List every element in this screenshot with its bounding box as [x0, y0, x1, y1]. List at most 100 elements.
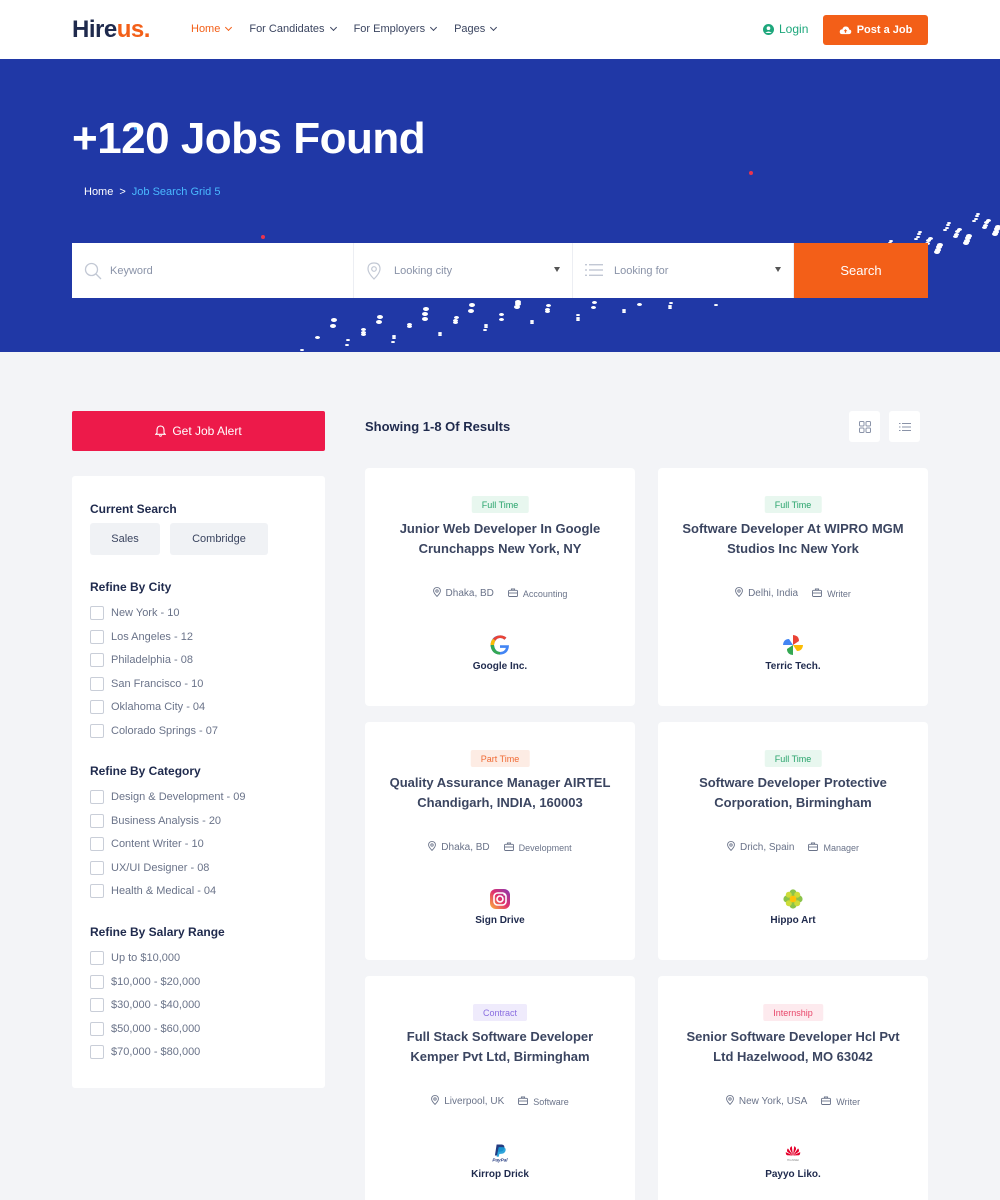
- job-card[interactable]: Full Time Software Developer At WIPRO MGM…: [658, 468, 928, 706]
- category-filter-option[interactable]: Health & Medical - 04: [90, 884, 216, 899]
- job-title[interactable]: Software Developer Protective Corporatio…: [678, 773, 908, 813]
- main-menu: Home For Candidates For Employers Pages: [191, 23, 514, 35]
- salary-filter-option[interactable]: Up to $10,000: [90, 951, 180, 965]
- job-category: Writer: [836, 1096, 861, 1107]
- category-filter-option[interactable]: Content Writer - 10: [90, 837, 204, 852]
- job-type-badge: Full Time: [764, 750, 822, 767]
- decorative-speck: [576, 319, 580, 321]
- company-name[interactable]: Kirrop Drick: [365, 1169, 635, 1180]
- checkbox[interactable]: [90, 676, 104, 691]
- get-job-alert-button[interactable]: Get Job Alert: [72, 411, 325, 451]
- job-card[interactable]: Full Time Junior Web Developer In Google …: [365, 468, 635, 706]
- search-tag[interactable]: Combridge: [170, 523, 268, 555]
- bell-icon: [155, 425, 167, 437]
- checkbox[interactable]: [90, 813, 104, 828]
- decorative-speck: [361, 333, 366, 336]
- logo[interactable]: Hireus.: [72, 16, 150, 44]
- job-title[interactable]: Software Developer At WIPRO MGM Studios …: [678, 519, 908, 559]
- city-filter-option[interactable]: San Francisco - 10: [90, 676, 204, 691]
- salary-filter-option-label: $10,000 - $20,000: [111, 975, 201, 988]
- decorative-speck: [927, 237, 933, 240]
- company-name[interactable]: Payyo Liko.: [658, 1169, 928, 1180]
- menu-item-pages[interactable]: Pages: [454, 23, 498, 35]
- city-filter-option[interactable]: Colorado Springs - 07: [90, 724, 218, 738]
- checkbox[interactable]: [90, 884, 104, 899]
- checkbox[interactable]: [90, 974, 104, 989]
- login-link[interactable]: Login: [763, 22, 808, 36]
- category-filter-option[interactable]: UX/UI Designer - 08: [90, 860, 209, 875]
- job-card[interactable]: Full Time Software Developer Protective C…: [658, 722, 928, 960]
- job-meta: Liverpool, UK Software: [365, 1095, 635, 1108]
- category-filter-option-label: Business Analysis - 20: [111, 814, 222, 827]
- decorative-dot: [261, 235, 265, 239]
- checkbox[interactable]: [90, 606, 104, 620]
- salary-filter-option[interactable]: $50,000 - $60,000: [90, 1021, 200, 1036]
- job-title[interactable]: Senior Software Developer Hcl Pvt Ltd Ha…: [678, 1027, 908, 1067]
- job-title[interactable]: Quality Assurance Manager AIRTEL Chandig…: [385, 773, 615, 813]
- salary-filter-option[interactable]: $10,000 - $20,000: [90, 974, 201, 989]
- company-name[interactable]: Sign Drive: [365, 915, 635, 926]
- city-filter-option[interactable]: Philadelphia - 08: [90, 653, 193, 668]
- chevron-down-icon: [430, 23, 438, 32]
- decorative-speck: [945, 224, 950, 227]
- chevron-down-icon: [490, 23, 498, 32]
- checkbox[interactable]: [90, 837, 104, 852]
- city-filter-option-label: San Francisco - 10: [111, 677, 204, 690]
- decorative-speck: [453, 321, 459, 325]
- company-name[interactable]: Hippo Art: [658, 915, 928, 926]
- category-filter-option[interactable]: Design & Development - 09: [90, 790, 246, 804]
- flower-logo-icon: [782, 888, 804, 910]
- filter-panel: Current Search Sales Combridge Refine By…: [72, 476, 325, 1088]
- briefcase-icon: [507, 588, 518, 599]
- search-tag[interactable]: Sales: [90, 523, 160, 555]
- hero-banner: +120 Jobs Found Home > Job Search Grid 5…: [0, 59, 1000, 352]
- looking-for-select[interactable]: Looking for: [573, 243, 794, 298]
- job-card[interactable]: Internship Senior Software Developer Hcl …: [658, 976, 928, 1200]
- list-view-button[interactable]: [889, 411, 920, 442]
- decorative-speck: [637, 303, 642, 306]
- company-name[interactable]: Google Inc.: [365, 661, 635, 672]
- city-filter-option[interactable]: Oklahoma City - 04: [90, 700, 205, 715]
- job-title[interactable]: Junior Web Developer In Google Crunchapp…: [385, 519, 615, 559]
- job-title[interactable]: Full Stack Software Developer Kemper Pvt…: [385, 1027, 615, 1067]
- menu-item-for-employers[interactable]: For Employers: [354, 23, 438, 35]
- salary-filter-option[interactable]: $70,000 - $80,000: [90, 1045, 200, 1060]
- checkbox[interactable]: [90, 1045, 104, 1060]
- salary-filter-option-label: Up to $10,000: [111, 952, 181, 964]
- job-location: Dhaka, BD: [441, 842, 490, 853]
- decorative-speck: [972, 219, 977, 222]
- company-name[interactable]: Terric Tech.: [658, 661, 928, 672]
- breadcrumb-home[interactable]: Home: [84, 186, 113, 198]
- keyword-input[interactable]: Keyword: [72, 243, 354, 298]
- menu-item-for-candidates[interactable]: For Candidates: [249, 23, 337, 35]
- decorative-speck: [483, 328, 488, 331]
- menu-item-home[interactable]: Home: [191, 23, 233, 35]
- checkbox[interactable]: [90, 998, 104, 1013]
- grid-view-button[interactable]: [849, 411, 880, 442]
- salary-filter-option[interactable]: $30,000 - $40,000: [90, 998, 200, 1013]
- checkbox[interactable]: [90, 629, 104, 644]
- job-card[interactable]: Contract Full Stack Software Developer Ke…: [365, 976, 635, 1200]
- checkbox[interactable]: [90, 653, 104, 668]
- job-category: Accounting: [522, 588, 568, 599]
- city-filter-option[interactable]: Los Angeles - 12: [90, 629, 193, 644]
- decorative-speck: [422, 317, 428, 321]
- city-filter-option-label: Philadelphia - 08: [111, 654, 193, 667]
- category-filter-option[interactable]: Business Analysis - 20: [90, 813, 222, 828]
- decorative-speck: [914, 237, 919, 240]
- checkbox[interactable]: [90, 790, 104, 804]
- decorative-speck: [668, 302, 673, 305]
- checkbox[interactable]: [90, 1021, 104, 1036]
- search-button[interactable]: Search: [794, 243, 928, 298]
- breadcrumb: Home > Job Search Grid 5: [84, 186, 220, 198]
- current-search-heading: Current Search: [90, 502, 177, 516]
- post-job-button[interactable]: Post a Job: [823, 15, 928, 45]
- checkbox[interactable]: [90, 951, 104, 965]
- checkbox[interactable]: [90, 860, 104, 875]
- city-filter-option[interactable]: New York - 10: [90, 606, 179, 620]
- checkbox[interactable]: [90, 724, 104, 738]
- checkbox[interactable]: [90, 700, 104, 715]
- city-select[interactable]: Looking city: [354, 243, 573, 298]
- job-card[interactable]: Part Time Quality Assurance Manager AIRTE…: [365, 722, 635, 960]
- map-pin-icon: [432, 587, 441, 600]
